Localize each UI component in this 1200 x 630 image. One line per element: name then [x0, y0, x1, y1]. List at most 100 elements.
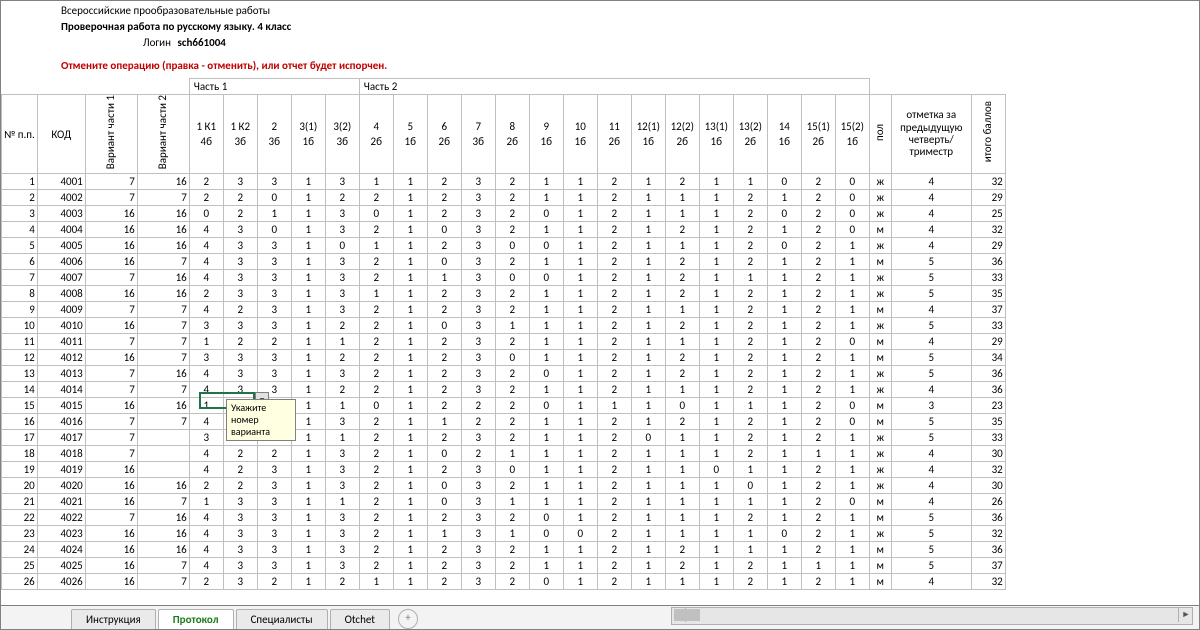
- cell[interactable]: 0: [529, 526, 563, 542]
- cell[interactable]: 2: [223, 190, 257, 206]
- cell[interactable]: 2: [597, 414, 631, 430]
- cell[interactable]: 1: [835, 350, 869, 366]
- cell[interactable]: 2: [801, 526, 835, 542]
- cell[interactable]: 2: [801, 190, 835, 206]
- cell[interactable]: 0: [495, 238, 529, 254]
- cell[interactable]: 0: [529, 270, 563, 286]
- table-row[interactable]: 240027722012212321121112120ж429: [2, 190, 1006, 206]
- cell[interactable]: 1: [767, 270, 801, 286]
- cell[interactable]: 2: [733, 302, 767, 318]
- cell[interactable]: 1: [631, 206, 665, 222]
- cell[interactable]: 2: [733, 558, 767, 574]
- cell[interactable]: 3: [461, 238, 495, 254]
- tab-otchet[interactable]: Otchet: [330, 609, 390, 629]
- table-row[interactable]: 1940191642313212301121101121ж432: [2, 462, 1006, 478]
- cell[interactable]: 1: [291, 446, 325, 462]
- cell[interactable]: 1: [631, 446, 665, 462]
- cell[interactable]: 1: [767, 430, 801, 446]
- cell[interactable]: 33: [971, 430, 1005, 446]
- cell[interactable]: 2: [223, 334, 257, 350]
- cell[interactable]: 16: [85, 462, 137, 478]
- cell[interactable]: 1: [393, 558, 427, 574]
- cell[interactable]: 2: [495, 382, 529, 398]
- cell[interactable]: 2: [733, 574, 767, 590]
- cell[interactable]: 4: [891, 462, 971, 478]
- cell[interactable]: 1: [631, 350, 665, 366]
- cell[interactable]: ж: [869, 430, 891, 446]
- cell[interactable]: 2: [801, 478, 835, 494]
- cell[interactable]: 1: [563, 462, 597, 478]
- cell[interactable]: 1: [631, 526, 665, 542]
- cell[interactable]: 0: [189, 206, 223, 222]
- cell[interactable]: 4: [891, 174, 971, 190]
- cell[interactable]: 3: [325, 254, 359, 270]
- cell[interactable]: 0: [427, 478, 461, 494]
- cell[interactable]: 2: [597, 494, 631, 510]
- cell[interactable]: 3: [461, 270, 495, 286]
- cell[interactable]: 3: [325, 526, 359, 542]
- cell[interactable]: 4002: [37, 190, 85, 206]
- cell[interactable]: 17: [2, 430, 38, 446]
- cell[interactable]: 1: [529, 334, 563, 350]
- cell[interactable]: 0: [699, 462, 733, 478]
- cell[interactable]: 1: [359, 174, 393, 190]
- cell[interactable]: 2: [427, 366, 461, 382]
- cell[interactable]: 1: [631, 318, 665, 334]
- cell[interactable]: 1: [835, 254, 869, 270]
- cell[interactable]: 0: [529, 366, 563, 382]
- cell[interactable]: 1: [291, 270, 325, 286]
- cell[interactable]: 2: [801, 254, 835, 270]
- cell[interactable]: 1: [291, 542, 325, 558]
- cell[interactable]: 1: [563, 382, 597, 398]
- cell[interactable]: 1: [563, 318, 597, 334]
- cell[interactable]: 2: [495, 254, 529, 270]
- cell[interactable]: 1: [767, 510, 801, 526]
- cell[interactable]: 0: [427, 318, 461, 334]
- cell[interactable]: 2: [597, 462, 631, 478]
- cell[interactable]: 2: [427, 462, 461, 478]
- cell[interactable]: 0: [835, 398, 869, 414]
- cell[interactable]: 5: [891, 270, 971, 286]
- cell[interactable]: 3: [257, 462, 291, 478]
- cell[interactable]: 2: [801, 430, 835, 446]
- cell[interactable]: 1: [189, 494, 223, 510]
- cell[interactable]: 1: [631, 270, 665, 286]
- cell[interactable]: 5: [891, 430, 971, 446]
- cell[interactable]: 4004: [37, 222, 85, 238]
- cell[interactable]: 2: [495, 558, 529, 574]
- cell[interactable]: 1: [529, 174, 563, 190]
- cell[interactable]: 4025: [37, 558, 85, 574]
- cell[interactable]: 1: [563, 302, 597, 318]
- table-row[interactable]: 54005161643310112300121112021ж429: [2, 238, 1006, 254]
- cell[interactable]: 4019: [37, 462, 85, 478]
- cell[interactable]: 2: [733, 222, 767, 238]
- cell[interactable]: 0: [427, 222, 461, 238]
- cell[interactable]: 7: [85, 366, 137, 382]
- cell[interactable]: 9: [2, 302, 38, 318]
- cell[interactable]: 16: [137, 398, 189, 414]
- cell[interactable]: 1: [767, 302, 801, 318]
- cell[interactable]: 5: [891, 286, 971, 302]
- cell[interactable]: 1: [291, 286, 325, 302]
- cell[interactable]: м: [869, 254, 891, 270]
- cell[interactable]: 2: [733, 254, 767, 270]
- cell[interactable]: 2: [665, 318, 699, 334]
- cell[interactable]: 23: [971, 398, 1005, 414]
- cell[interactable]: 1: [835, 382, 869, 398]
- cell[interactable]: 1: [529, 414, 563, 430]
- cell[interactable]: 1: [529, 222, 563, 238]
- cell[interactable]: 29: [971, 238, 1005, 254]
- cell[interactable]: 16: [137, 206, 189, 222]
- cell[interactable]: 1: [529, 430, 563, 446]
- cell[interactable]: 4020: [37, 478, 85, 494]
- cell[interactable]: 16: [137, 222, 189, 238]
- cell[interactable]: 1: [699, 350, 733, 366]
- cell[interactable]: 3: [461, 478, 495, 494]
- cell[interactable]: 2: [495, 414, 529, 430]
- cell[interactable]: 1: [801, 558, 835, 574]
- cell[interactable]: 3: [223, 350, 257, 366]
- cell[interactable]: 3: [223, 238, 257, 254]
- cell[interactable]: 2: [597, 206, 631, 222]
- cell[interactable]: 3: [189, 350, 223, 366]
- cell[interactable]: 2: [597, 174, 631, 190]
